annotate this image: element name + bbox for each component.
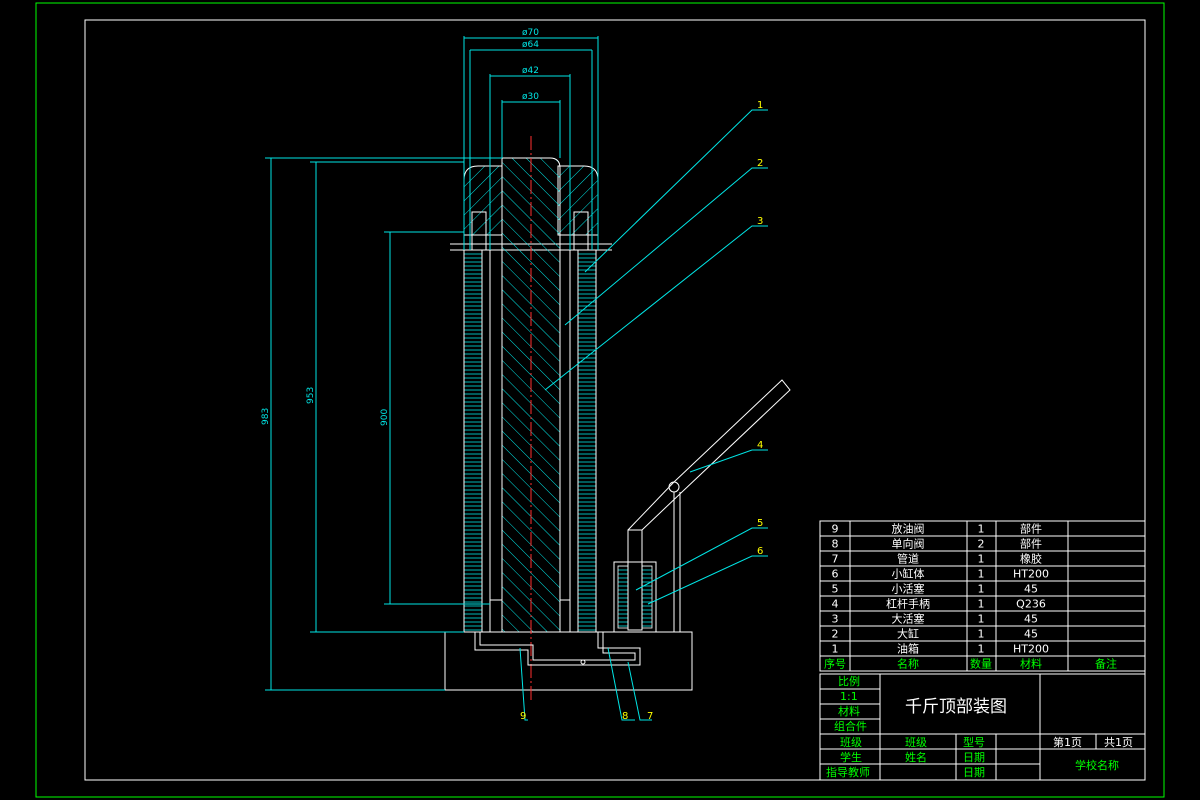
balloon-4: 4 [757,440,763,451]
dim-h953: 953 [306,387,316,404]
model-label: 型号 [963,735,985,749]
jack-assembly [444,136,791,700]
bom-cell-qty: 1 [978,643,985,656]
bom-cell-qty: 1 [978,568,985,581]
bom-cell-name: 大活塞 [892,612,925,626]
outer-frame [35,2,1165,798]
page-current: 第1页 [1053,735,1082,749]
bom-row: 6 小缸体 1 HT200 [832,567,1050,581]
bom-cell-qty: 1 [978,523,985,536]
school-name: 学校名称 [1075,758,1119,772]
bom-cell-qty: 1 [978,583,985,596]
oil-tank-base [444,631,693,691]
balloon-8: 8 [622,711,628,722]
assembly-label: 组合件 [834,719,867,733]
bom-cell-name: 单向阀 [892,537,925,551]
bom-cell-material: Q236 [1016,598,1046,611]
small-piston [627,529,643,631]
balloon-3: 3 [757,216,763,227]
bom-cell-material: 橡胶 [1020,552,1042,566]
bom-cell-no: 9 [832,523,839,536]
bom-cell-no: 5 [832,583,839,596]
large-cylinder-wall-left [463,249,483,633]
page-total: 共1页 [1104,736,1133,749]
bom-cell-qty: 1 [978,553,985,566]
lever-handle [627,379,791,531]
bom-cell-name: 大缸 [897,627,919,641]
bom-cell-no: 6 [832,568,839,581]
balloon-5: 5 [757,518,763,529]
bom-cell-material: 45 [1024,628,1038,641]
bom-cell-no: 3 [832,613,839,626]
bom-cell-qty: 2 [978,538,985,551]
date-label-1: 日期 [963,751,985,764]
bom-cell-qty: 数量 [970,658,992,671]
bom-cell-qty: 1 [978,598,985,611]
bom-cell-no: 4 [832,598,839,611]
material-label: 材料 [838,704,860,718]
balloon-7: 7 [647,711,653,722]
dim-d30: ø30 [522,92,539,102]
bom-cell-no: 1 [832,643,839,656]
bom-cell-remark: 备注 [1095,657,1117,671]
bom-cell-name: 名称 [897,657,919,671]
bom-cell-no: 8 [832,538,839,551]
cad-drawing-canvas: ø70 ø64 ø42 ø30 983 953 900 1 2 3 4 5 6 … [35,2,1165,798]
scale-value: 1:1 [840,690,858,703]
balloon-9: 9 [520,711,526,722]
balloon-1: 1 [757,100,763,111]
bom-cell-material: 部件 [1020,522,1042,536]
class-label: 班级 [840,736,862,749]
bom-rows: 9 放油阀 1 部件 8 单向阀 2 部件 7 管道 1 橡胶 6 小缸体 1 HT200 5 小活塞 1 45 4 杠杆… [820,522,1145,671]
bom-row: 9 放油阀 1 部件 [832,522,1043,536]
bom-cell-qty: 1 [978,628,985,641]
bom-cell-name: 管道 [897,552,919,566]
bom-cell-name: 油箱 [897,642,919,656]
bom-cell-name: 杠杆手柄 [886,597,930,611]
bom-cell-material: HT200 [1013,568,1049,581]
bom-cell-qty: 1 [978,613,985,626]
bom-row: 8 单向阀 2 部件 [832,537,1043,551]
drawing-title: 千斤顶部装图 [905,697,1007,717]
dim-h983: 983 [261,408,271,425]
bom-cell-no: 7 [832,553,839,566]
bom-row: 7 管道 1 橡胶 [832,552,1043,566]
dim-h900: 900 [380,409,390,426]
bom-row: 3 大活塞 1 45 [832,612,1039,626]
bom-header-row: 序号 名称 数量 材料 备注 [824,657,1117,671]
bom-cell-name: 放油阀 [892,522,925,536]
bom-row: 4 杠杆手柄 1 Q236 [832,597,1046,611]
dim-d64: ø64 [522,40,539,50]
balloon-6: 6 [757,546,763,557]
dim-d42: ø42 [522,66,539,76]
class-label-2: 班级 [905,736,927,749]
dim-d70: ø70 [522,28,539,38]
bom-cell-no: 序号 [824,657,846,671]
name-label: 姓名 [905,750,927,764]
bom-cell-material: HT200 [1013,643,1049,656]
balloon-2: 2 [757,158,763,169]
bom-row: 5 小活塞 1 45 [832,582,1039,596]
bom-cell-no: 2 [832,628,839,641]
date-label-2: 日期 [963,766,985,779]
student-label: 学生 [840,750,862,764]
bom-row: 1 油箱 1 HT200 [832,642,1050,656]
large-cylinder-wall-right [577,249,597,633]
bom-cell-material: 材料 [1020,657,1042,671]
bom-cell-name: 小缸体 [892,567,925,581]
bom-cell-material: 部件 [1020,537,1042,551]
supervisor-label: 指导教师 [826,765,870,779]
scale-label: 比例 [838,674,860,688]
bom-cell-name: 小活塞 [892,582,925,596]
bom-cell-material: 45 [1024,583,1038,596]
bom-cell-material: 45 [1024,613,1038,626]
bom-row: 2 大缸 1 45 [832,627,1039,641]
